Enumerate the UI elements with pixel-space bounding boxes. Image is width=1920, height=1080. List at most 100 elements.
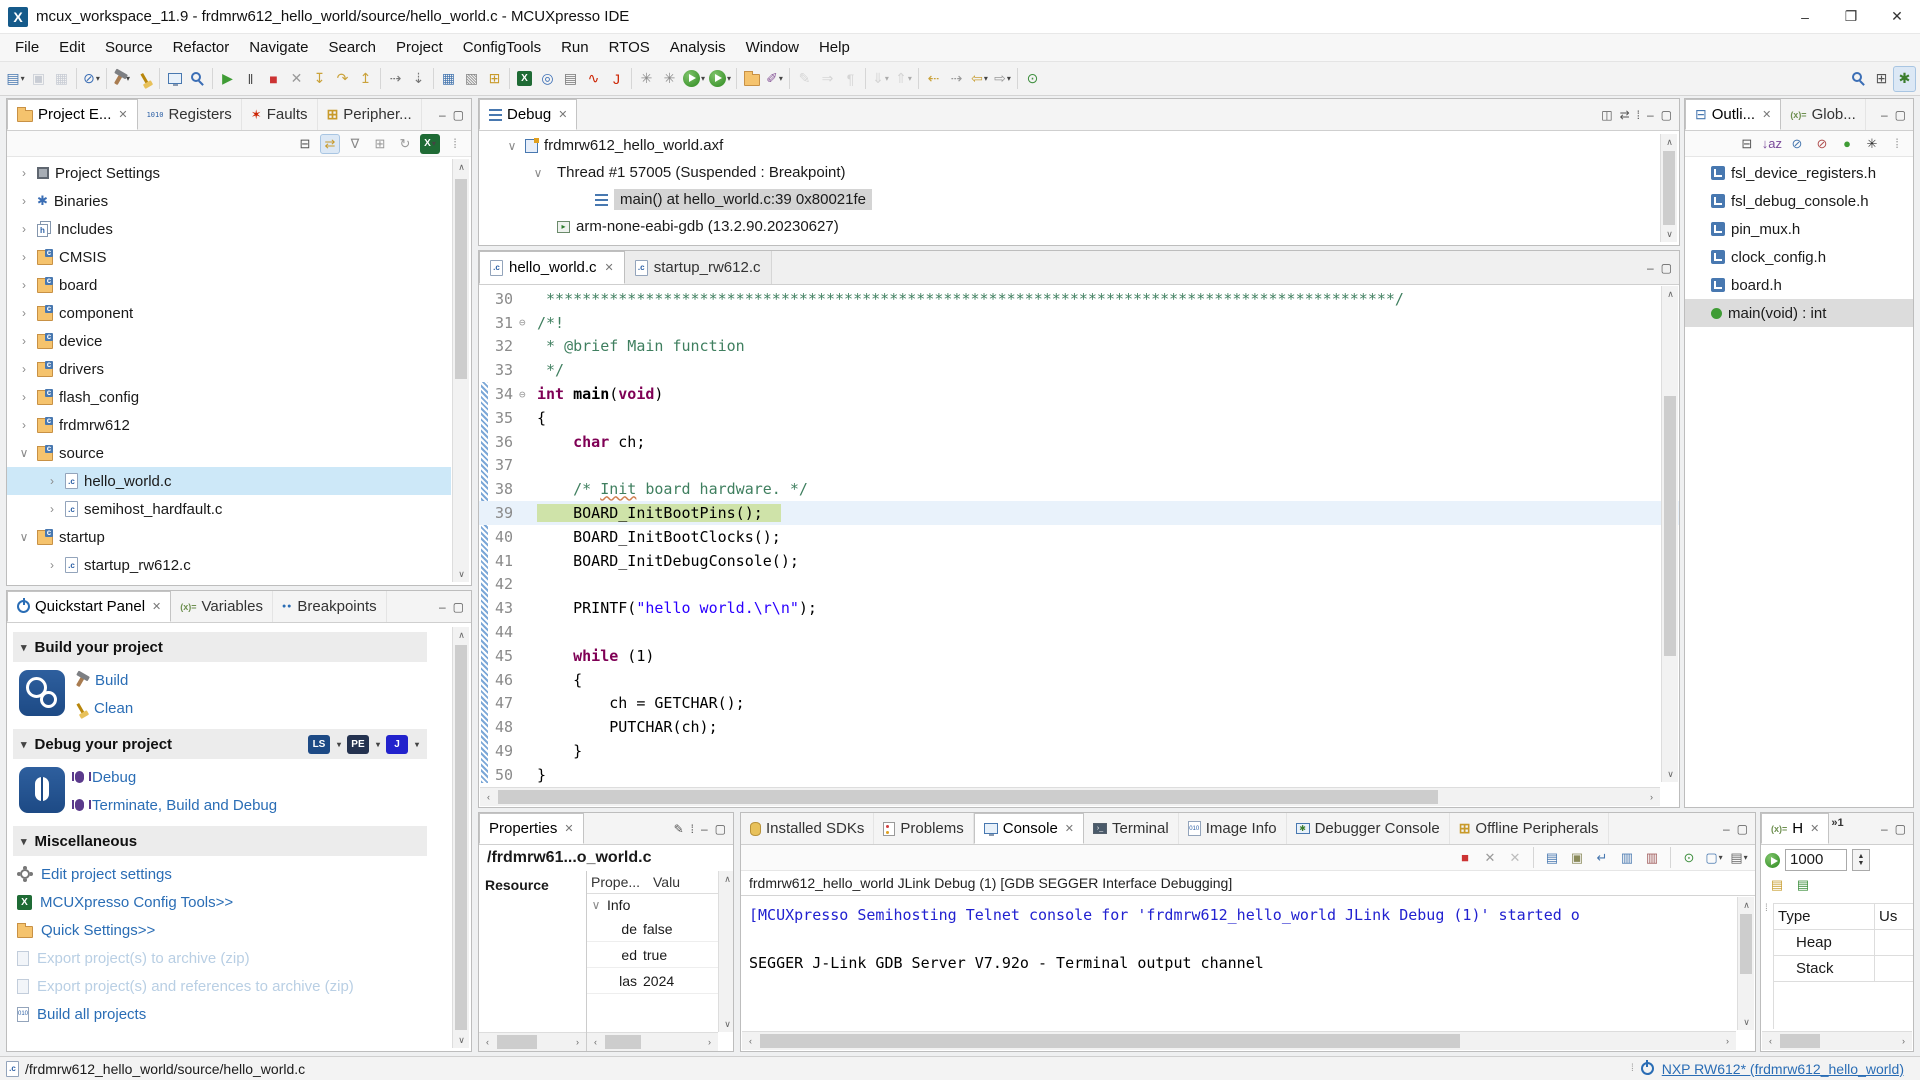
tab-h[interactable]: H✕ [1761, 813, 1829, 844]
code-line[interactable]: 42 [479, 573, 1679, 597]
search-button[interactable] [186, 66, 209, 92]
profile-button[interactable]: ▾ [707, 66, 733, 92]
code-text[interactable]: /*! [537, 314, 564, 332]
minimize-button[interactable]: – [439, 108, 446, 122]
tab-registers[interactable]: Registers [138, 99, 242, 130]
tree-item[interactable]: ›drivers [7, 355, 451, 383]
maximize-button[interactable]: ▢ [1661, 108, 1672, 122]
tree-item[interactable]: ›hello_world.c [7, 467, 451, 495]
scrollbar-thumb[interactable] [455, 645, 467, 1030]
hide-static-button[interactable]: ⊘ [1812, 134, 1832, 154]
code-line[interactable]: 30 *************************************… [479, 287, 1679, 311]
line-number[interactable]: 46 [479, 671, 519, 689]
chevron-down-icon[interactable]: ∨ [17, 446, 31, 460]
resume-button[interactable]: ▶ [216, 66, 239, 92]
menu-run[interactable]: Run [552, 36, 598, 59]
chevron-right-icon[interactable]: › [17, 278, 31, 292]
dropdown-arrow-icon[interactable]: ▾ [432, 139, 436, 148]
view-menu-button[interactable]: ⁞ [691, 822, 694, 836]
code-text[interactable]: PUTCHAR(ch); [537, 718, 718, 736]
tree-item[interactable]: ›board [7, 271, 451, 299]
scroll-left-button[interactable]: ‹ [1762, 1033, 1779, 1049]
chevron-down-icon[interactable]: ∨ [505, 139, 519, 153]
tree-item[interactable]: ›flash_config [7, 383, 451, 411]
code-line[interactable]: 43 PRINTF("hello world.\r\n"); [479, 596, 1679, 620]
outline-item[interactable]: fsl_device_registers.h [1685, 159, 1913, 187]
menu-project[interactable]: Project [387, 36, 452, 59]
scrollbar-thumb[interactable] [455, 179, 467, 379]
ozone-button[interactable]: ∿ [582, 66, 605, 92]
code-line[interactable]: 45 while (1) [479, 644, 1679, 668]
collapse-all-button[interactable]: ⊟ [1737, 134, 1757, 154]
chevron-right-icon[interactable]: › [17, 250, 31, 264]
close-icon[interactable]: ✕ [152, 600, 161, 613]
dropdown-arrow-icon[interactable]: ▾ [337, 740, 341, 749]
code-line[interactable]: 33 */ [479, 358, 1679, 382]
pin-view-button[interactable]: ▤ [1793, 875, 1813, 895]
tree-item[interactable]: ›startup_rw612.c [7, 551, 451, 579]
tab-properties[interactable]: Properties✕ [479, 813, 584, 844]
line-number[interactable]: 39 [479, 504, 519, 522]
editor-body[interactable]: 30 *************************************… [479, 285, 1679, 783]
scroll-left-button[interactable]: ‹ [742, 1033, 759, 1049]
heap-row[interactable]: Stack [1774, 956, 1913, 982]
scroll-left-button[interactable]: ‹ [587, 1034, 604, 1050]
tree-item[interactable]: ›frdmrw612 [7, 411, 451, 439]
open-directory-button[interactable] [740, 66, 763, 92]
view-menu-button[interactable]: ⁞ [1637, 108, 1640, 122]
menu-rtos[interactable]: RTOS [600, 36, 659, 59]
restore-button[interactable]: ❐ [1828, 0, 1874, 34]
clean-button[interactable] [133, 66, 156, 92]
tab-debug[interactable]: Debug✕ [479, 99, 577, 130]
config-tools-button[interactable]: X▾ [420, 134, 440, 154]
step-up-icon[interactable]: ▲ [1858, 853, 1865, 860]
scroll-down-button[interactable]: ∨ [453, 566, 470, 582]
minimize-button[interactable]: – [1647, 261, 1654, 275]
open-console-button[interactable]: ▤▾ [1729, 848, 1749, 868]
project-explorer-scrollbar[interactable]: ∧ ∨ [452, 159, 469, 582]
editor-tab-startup-rw612-c[interactable]: startup_rw612.c [625, 251, 772, 284]
tree-item[interactable]: ›semihost_hardfault.c [7, 495, 451, 523]
code-text[interactable]: */ [537, 361, 564, 379]
hide-inactive-button[interactable]: ✳ [1862, 134, 1882, 154]
code-text[interactable]: } [537, 766, 546, 783]
console-vscrollbar[interactable]: ∧ ∨ [1737, 897, 1754, 1030]
section-header-miscellaneous[interactable]: ▾Miscellaneous [13, 826, 427, 856]
scroll-lock-button[interactable]: ▣ [1567, 848, 1587, 868]
open-console-view-button[interactable] [163, 66, 186, 92]
dropdown-arrow-icon[interactable]: ▾ [21, 74, 25, 83]
debug-tree-item[interactable]: main() at hello_world.c:39 0x80021fe [479, 186, 1659, 213]
property-row[interactable]: edtrue [587, 942, 733, 968]
line-number[interactable]: 34 [479, 385, 519, 403]
refresh-button[interactable]: ↻ [395, 134, 415, 154]
code-text[interactable]: PRINTF("hello world.\r\n"); [537, 599, 817, 617]
outline-item[interactable]: fsl_debug_console.h [1685, 187, 1913, 215]
debug-tree-item[interactable]: ∨frdmrw612_hello_world.axf [479, 132, 1659, 159]
outline-item[interactable]: clock_config.h [1685, 243, 1913, 271]
minimize-button[interactable]: – [1782, 0, 1828, 34]
scroll-right-button[interactable]: › [1719, 1033, 1736, 1049]
properties-vscrollbar[interactable]: ∧ ∨ [718, 871, 733, 1032]
refresh-interval-input[interactable]: 1000 [1785, 849, 1847, 871]
minimize-button[interactable]: – [439, 600, 446, 614]
code-line[interactable]: 38 /* Init board hardware. */ [479, 477, 1679, 501]
mark-occurrences-button[interactable]: ✐▾ [763, 66, 786, 92]
tab-offline-peripherals[interactable]: Offline Peripherals [1450, 813, 1609, 844]
new-wizard-button[interactable]: ▤▾ [4, 66, 27, 92]
scrollbar-thumb[interactable] [497, 1035, 537, 1049]
heap-row[interactable]: Heap [1774, 930, 1913, 956]
editor-horizontal-scrollbar[interactable]: ‹ › [480, 787, 1660, 806]
scroll-up-button[interactable]: ∧ [1662, 286, 1679, 302]
tree-item[interactable]: ›component [7, 299, 451, 327]
line-number[interactable]: 50 [479, 766, 519, 783]
interval-stepper[interactable]: ▲▼ [1852, 849, 1870, 871]
chevron-right-icon[interactable]: › [17, 362, 31, 376]
chevron-right-icon[interactable]: › [45, 502, 59, 516]
close-icon[interactable]: ✕ [564, 822, 573, 835]
close-icon[interactable]: ✕ [118, 108, 127, 121]
chevron-right-icon[interactable]: › [17, 194, 31, 208]
outline-item[interactable]: main(void) : int [1685, 299, 1913, 327]
line-number[interactable]: 30 [479, 290, 519, 308]
property-row[interactable]: las2024 [587, 968, 733, 994]
filter-button[interactable]: ∇ [345, 134, 365, 154]
